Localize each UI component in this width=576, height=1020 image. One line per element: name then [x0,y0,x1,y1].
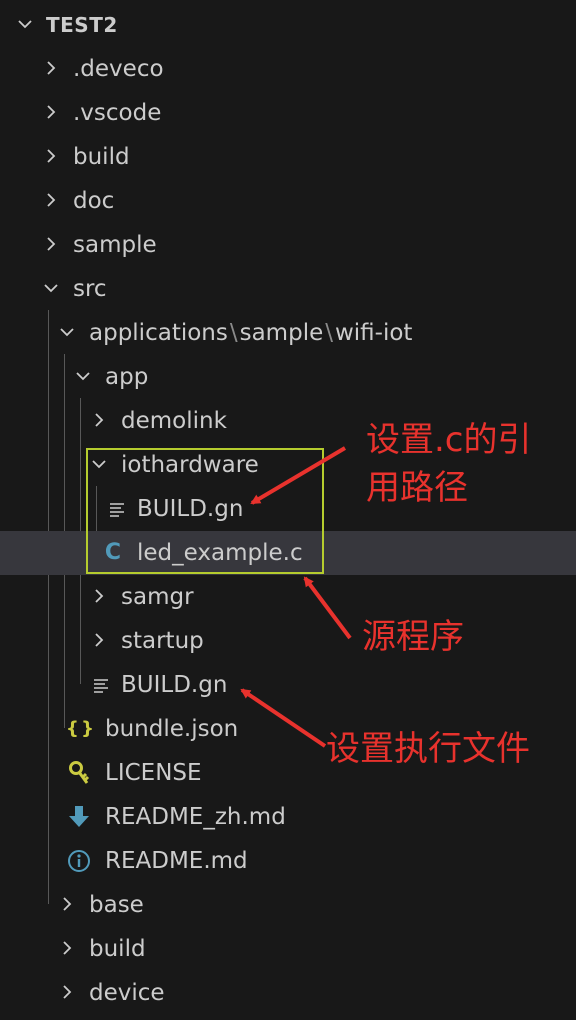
key-icon [66,751,92,795]
tree-item-label: LICENSE [105,760,202,786]
chevron-right-icon [90,411,108,429]
chevron-right-icon [42,59,60,77]
chevron-right-icon [42,147,60,165]
chevron-right-icon [42,235,60,253]
path-separator: \ [229,320,238,346]
tree-item-readme[interactable]: README.md [0,839,576,883]
tree-item-sample[interactable]: sample [0,223,576,267]
tree-item-label: src [73,276,107,302]
tree-item-label: bundle.json [105,716,239,742]
tree-item-label: BUILD.gn [121,672,228,698]
path-segment-wifi-iot[interactable]: wifi-iot [335,320,412,346]
tree-item-label: demolink [121,408,227,434]
chevron-down-icon [42,279,60,297]
lines-icon [88,663,114,707]
tree-item-build[interactable]: build [0,135,576,179]
chevron-right-icon [90,631,108,649]
tree-item-device[interactable]: device [0,971,576,1015]
chevron-down-icon [58,323,76,341]
tree-item-label: device [89,980,165,1006]
tree-item-deveco[interactable]: .deveco [0,47,576,91]
explorer-root-title: TEST2 [46,13,118,37]
tree-item-compact-path[interactable]: applications\sample\wifi-iot [0,311,576,355]
info-icon [66,839,92,883]
annotation-source-program: 源程序 [362,617,464,657]
annotation-include-path-line1: 设置.c的引 [366,420,532,460]
tree-item-label: iothardware [121,452,259,478]
annotation-set-executable: 设置执行文件 [326,729,530,769]
compact-path-label: applications\sample\wifi-iot [89,311,412,355]
path-segment-applications[interactable]: applications [89,320,228,346]
tree-item-startup[interactable]: startup [0,619,576,663]
c-language-icon: C [104,540,122,565]
tree-item-src[interactable]: src [0,267,576,311]
chevron-right-icon [42,191,60,209]
tree-item-label: build [89,936,146,962]
chevron-down-icon [90,455,108,473]
tree-item-doc[interactable]: doc [0,179,576,223]
tree-item-label: base [89,892,144,918]
annotation-include-path-line2: 用路径 [366,468,468,508]
tree-item-label: startup [121,628,204,654]
tree-item-vscode[interactable]: .vscode [0,91,576,135]
chevron-right-icon [58,895,76,913]
tree-item-label: README.md [105,848,248,874]
tree-item-label: doc [73,188,115,214]
chevron-down-icon [16,15,34,33]
tree-item-build-2[interactable]: build [0,927,576,971]
tree-item-build-gn-app[interactable]: BUILD.gn [0,663,576,707]
tree-item-samgr[interactable]: samgr [0,575,576,619]
tree-item-label: BUILD.gn [137,496,244,522]
download-arrow-icon [66,795,92,839]
tree-item-label: build [73,144,130,170]
tree-item-label: samgr [121,584,194,610]
tree-item-label: .vscode [73,100,162,126]
json-braces-icon: { } [66,718,94,739]
tree-item-label: sample [73,232,157,258]
path-segment-sample[interactable]: sample [240,320,324,346]
explorer-root-row[interactable]: TEST2 [0,3,576,47]
tree-item-label: app [105,364,149,390]
tree-item-label: README_zh.md [105,804,286,830]
chevron-down-icon [74,367,92,385]
chevron-right-icon [42,103,60,121]
tree-item-led-example-c[interactable]: C led_example.c [0,531,576,575]
chevron-right-icon [58,939,76,957]
chevron-right-icon [58,983,76,1001]
path-separator: \ [325,320,333,346]
tree-item-label: .deveco [73,56,164,82]
tree-item-readme-zh[interactable]: README_zh.md [0,795,576,839]
chevron-right-icon [90,587,108,605]
lines-icon [104,487,130,531]
tree-item-build-gn-iothardware[interactable]: BUILD.gn [0,487,576,531]
tree-item-app[interactable]: app [0,355,576,399]
tree-item-base[interactable]: base [0,883,576,927]
tree-item-label: led_example.c [137,540,303,566]
